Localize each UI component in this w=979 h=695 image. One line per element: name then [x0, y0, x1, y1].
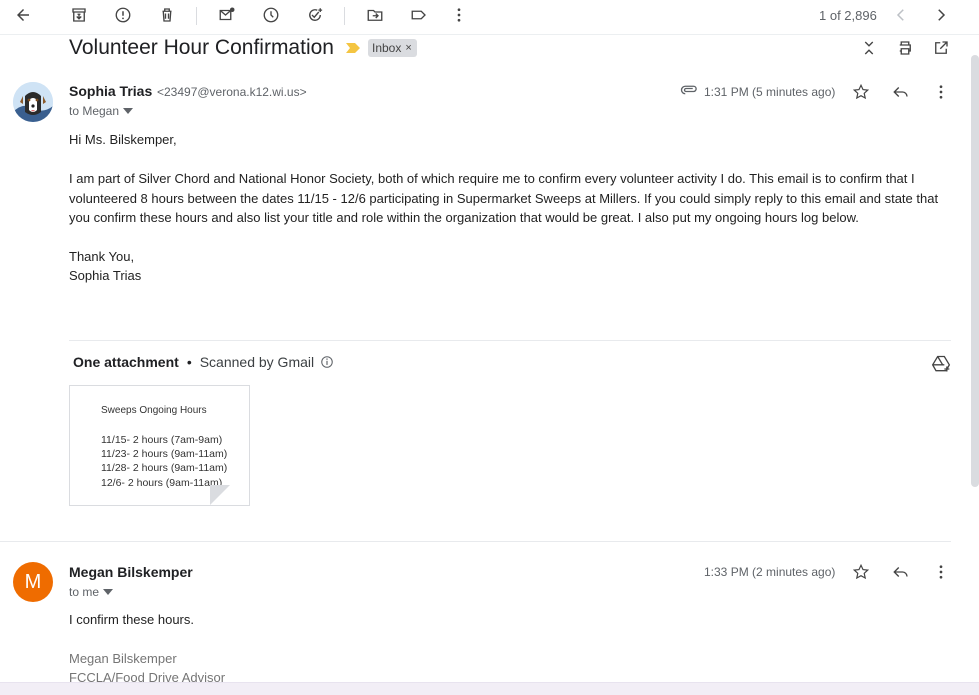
attachments-title: One attachment — [73, 354, 179, 370]
attachment-doc-line: 11/23- 2 hours (9am-11am) — [101, 448, 228, 460]
star-icon[interactable] — [850, 81, 872, 103]
importance-marker-icon[interactable] — [345, 43, 360, 53]
recipients-dropdown[interactable]: to me — [69, 585, 114, 599]
open-new-window-icon[interactable] — [930, 37, 952, 59]
back-arrow-icon[interactable] — [12, 4, 34, 26]
reply-icon[interactable] — [890, 561, 912, 583]
remove-label-button[interactable]: × — [405, 42, 411, 54]
attachments-header: One attachment • Scanned by Gmail — [73, 354, 334, 370]
attachment-doc-title: Sweeps Ongoing Hours — [101, 405, 207, 416]
toolbar: 1 of 2,896 — [0, 0, 979, 35]
recipients-text: to me — [69, 585, 100, 599]
email-closing: Thank You, — [69, 249, 135, 264]
email-body-paragraph: I am part of Silver Chord and National H… — [69, 171, 939, 225]
mark-unread-icon[interactable] — [216, 4, 238, 26]
sender-name[interactable]: Sophia Trias — [69, 83, 152, 99]
more-vertical-icon[interactable] — [930, 81, 952, 103]
separator-dot: • — [186, 354, 192, 370]
avatar-sophia[interactable] — [13, 82, 53, 122]
attachment-doc-line: 12/6- 2 hours (9am-11am) — [101, 477, 223, 489]
message-time: 1:31 PM (5 minutes ago) — [704, 85, 836, 99]
subject-row: Volunteer Hour Confirmation Inbox × — [69, 34, 417, 62]
attachment-paperclip-icon — [680, 85, 697, 95]
attachment-thumbnail[interactable]: Sweeps Ongoing Hours 11/15- 2 hours (7am… — [69, 385, 250, 506]
toolbar-divider — [344, 7, 345, 25]
page-fold-shade — [210, 485, 230, 505]
attachment-doc-line: 11/28- 2 hours (9am-11am) — [101, 462, 228, 474]
avatar-megan[interactable]: M — [13, 562, 53, 602]
label-chip-text: Inbox — [371, 41, 402, 55]
scrollbar-thumb[interactable] — [971, 55, 979, 487]
reply-body: I confirm these hours. — [69, 612, 194, 627]
attachment-divider — [69, 340, 951, 341]
more-vertical-icon[interactable] — [930, 561, 952, 583]
print-icon[interactable] — [894, 37, 916, 59]
more-vertical-icon[interactable] — [448, 4, 470, 26]
snooze-clock-icon[interactable] — [260, 4, 282, 26]
archive-icon[interactable] — [68, 4, 90, 26]
recipients-text: to Megan — [69, 104, 120, 118]
chevron-down-icon — [103, 589, 114, 595]
inbox-label-chip: Inbox × — [367, 39, 417, 57]
move-to-folder-icon[interactable] — [364, 4, 386, 26]
report-spam-icon[interactable] — [112, 4, 134, 26]
reply-icon[interactable] — [890, 81, 912, 103]
sender-email: <23497@verona.k12.wi.us> — [157, 85, 307, 99]
reply-signature-name: Megan Bilskemper — [69, 651, 177, 666]
page-fold-corner — [230, 486, 249, 505]
label-tag-icon[interactable] — [408, 4, 430, 26]
email-greeting: Hi Ms. Bilskemper, — [69, 132, 177, 147]
recipients-dropdown[interactable]: to Megan — [69, 104, 134, 118]
email-signature: Sophia Trias — [69, 268, 142, 283]
star-icon[interactable] — [850, 561, 872, 583]
add-to-drive-icon[interactable] — [931, 354, 951, 374]
avatar-letter: M — [24, 570, 42, 593]
info-icon[interactable] — [320, 355, 334, 369]
delete-icon[interactable] — [156, 4, 178, 26]
thread-subject: Volunteer Hour Confirmation — [69, 36, 334, 59]
message-time: 1:33 PM (2 minutes ago) — [704, 565, 836, 579]
add-task-icon[interactable] — [304, 4, 326, 26]
chevron-down-icon — [123, 108, 134, 114]
sender-name[interactable]: Megan Bilskemper — [69, 564, 193, 580]
collapse-all-icon[interactable] — [858, 37, 880, 59]
newer-chevron-left-icon[interactable] — [890, 4, 912, 26]
scanned-by-gmail: Scanned by Gmail — [199, 354, 315, 370]
page-count: 1 of 2,896 — [819, 8, 877, 23]
older-chevron-right-icon[interactable] — [930, 4, 952, 26]
attachment-doc-line: 11/15- 2 hours (7am-9am) — [101, 434, 223, 446]
bottom-panel-edge — [0, 682, 979, 695]
message-divider — [0, 541, 951, 542]
toolbar-divider — [196, 7, 197, 25]
